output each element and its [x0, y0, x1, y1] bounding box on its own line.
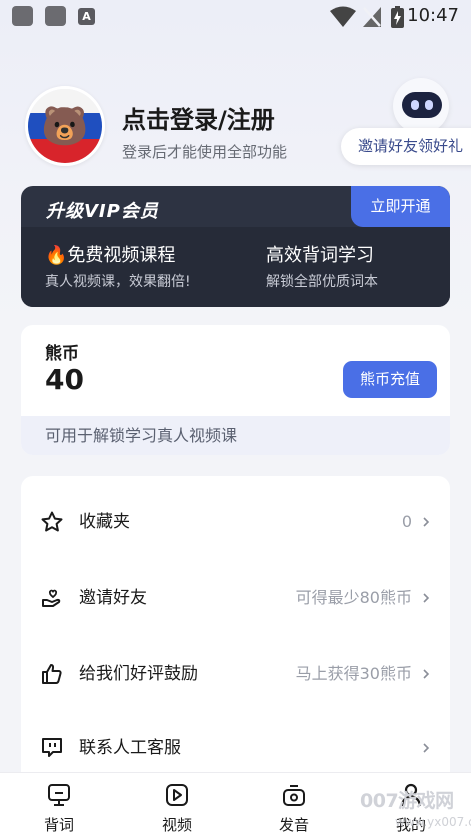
- tab-pronunciation[interactable]: 发音: [254, 773, 334, 837]
- robot-assistant-icon[interactable]: [393, 78, 449, 134]
- vip-activate-button[interactable]: 立即开通: [351, 186, 450, 227]
- vip-features: 🔥免费视频课程 真人视频课，效果翻倍! 高效背词学习 解锁全部优质词本: [21, 227, 450, 307]
- chevron-right-icon: [423, 517, 430, 527]
- menu-item-invite[interactable]: 邀请好友 可得最少80熊币: [21, 560, 450, 636]
- monitor-icon: [48, 784, 70, 806]
- battery-charging-icon: [391, 6, 404, 28]
- thumbs-up-icon: [42, 664, 62, 684]
- notification-icon: [45, 6, 66, 26]
- speaker-icon: [283, 785, 305, 806]
- chevron-right-icon: [423, 593, 430, 603]
- coin-card: 熊币 40 熊币充值 可用于解锁学习真人视频课: [21, 325, 450, 455]
- vip-card[interactable]: 升级VIP会员 立即开通 🔥免费视频课程 真人视频课，效果翻倍! 高效背词学习 …: [21, 186, 450, 307]
- coin-balance: 40: [45, 363, 84, 396]
- tab-video[interactable]: 视频: [137, 773, 217, 837]
- watermark-url: www.yx007.com: [395, 815, 471, 829]
- avatar[interactable]: 🐻: [25, 86, 105, 166]
- vip-feature-desc: 真人视频课，效果翻倍!: [45, 274, 191, 290]
- vip-feature-title: 🔥免费视频课程: [45, 245, 176, 266]
- menu-item-label: 给我们好评鼓励: [79, 664, 198, 684]
- menu-item-label: 邀请好友: [79, 588, 147, 608]
- coin-label: 熊币: [45, 344, 79, 364]
- menu-item-rate-us[interactable]: 给我们好评鼓励 马上获得30熊币: [21, 636, 450, 712]
- coin-recharge-button[interactable]: 熊币充值: [343, 361, 437, 398]
- menu-item-label: 收藏夹: [79, 512, 130, 532]
- invite-gift-button[interactable]: 邀请好友领好礼: [341, 128, 471, 165]
- tab-label: 视频: [161, 816, 192, 834]
- clock: 10:47: [407, 5, 459, 26]
- hand-heart-icon: [42, 589, 61, 607]
- watermark: 007游戏网: [360, 790, 454, 812]
- notification-icon: [12, 6, 33, 26]
- star-icon: [41, 511, 63, 532]
- status-bar: A 10:47: [0, 0, 471, 34]
- vip-title: 升级VIP会员: [46, 201, 159, 222]
- signal-off-icon: [363, 7, 381, 27]
- bear-icon: 🐻: [41, 104, 89, 148]
- tab-label: 背词: [43, 816, 74, 834]
- tab-label: 发音: [278, 816, 309, 834]
- menu-item-favorites[interactable]: 收藏夹 0: [21, 484, 450, 560]
- play-icon: [166, 784, 188, 806]
- login-register-link[interactable]: 点击登录/注册: [122, 100, 275, 135]
- menu-item-value: 可得最少80熊币: [295, 588, 412, 607]
- vip-feature-desc: 解锁全部优质词本: [266, 274, 378, 290]
- a-badge-icon: A: [78, 8, 95, 25]
- vip-feature-title: 高效背词学习: [266, 245, 374, 266]
- chevron-right-icon: [423, 743, 430, 753]
- chevron-right-icon: [423, 669, 430, 679]
- wifi-icon: [330, 6, 356, 27]
- chat-icon: [42, 738, 62, 757]
- menu-list: 收藏夹 0 邀请好友 可得最少80熊币 给我们好评鼓励 马上获得30熊币 联系人…: [21, 476, 450, 776]
- tab-words[interactable]: 背词: [19, 773, 99, 837]
- coin-usage-note: 可用于解锁学习真人视频课: [21, 416, 450, 455]
- menu-item-value: 马上获得30熊币: [295, 664, 412, 683]
- menu-item-value: 0: [401, 512, 412, 531]
- login-hint: 登录后才能使用全部功能: [122, 143, 288, 161]
